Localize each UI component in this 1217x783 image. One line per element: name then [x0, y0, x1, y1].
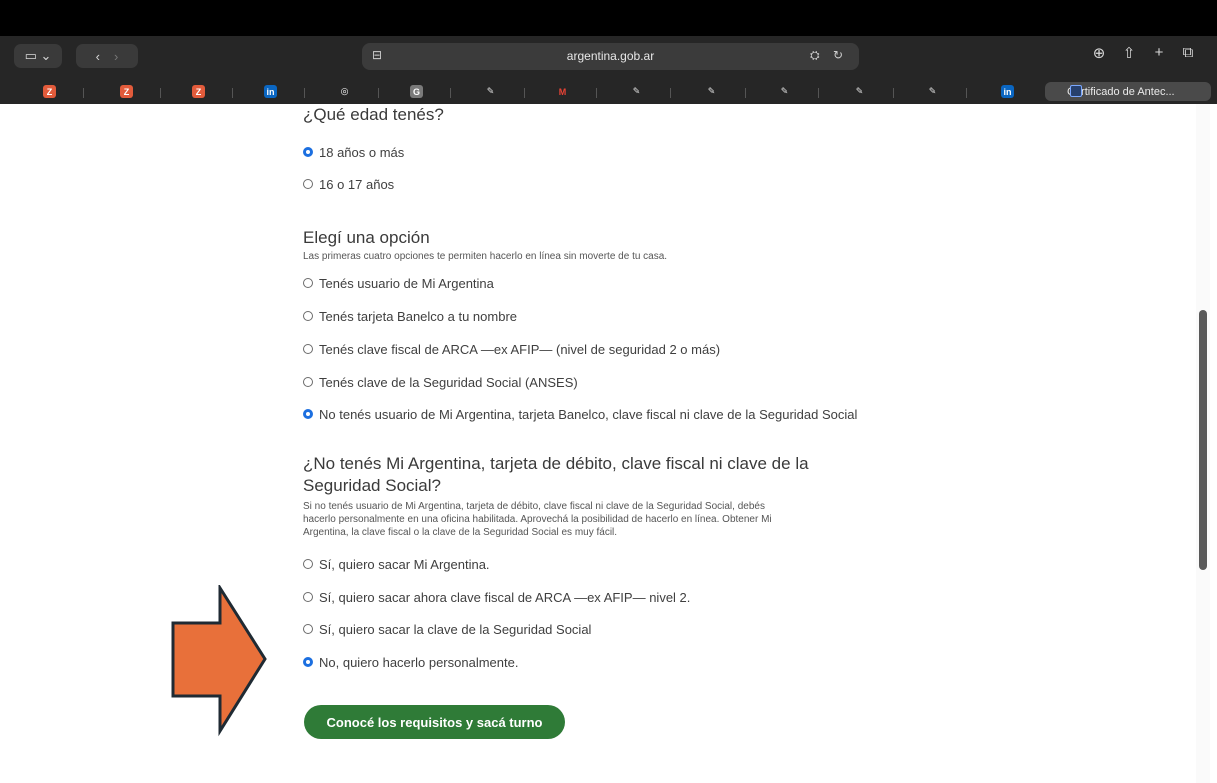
bookmark-separator	[304, 88, 305, 98]
radio-clave-fiscal[interactable]: Tenés clave fiscal de ARCA —ex AFIP— (ni…	[303, 340, 720, 358]
bookmark-separator	[83, 88, 84, 98]
tab-overview-icon[interactable]: ⧉	[1178, 44, 1198, 61]
reload-icon[interactable]: ↻	[833, 48, 843, 62]
radio-get-clave-seguridad-social[interactable]: Sí, quiero sacar la clave de la Segurida…	[303, 620, 591, 638]
age-question-title: ¿Qué edad tenés?	[303, 105, 444, 124]
bookmark-separator	[670, 88, 671, 98]
share-icon[interactable]: ⇧	[1119, 44, 1139, 62]
nav-buttons: ‹ ›	[76, 44, 138, 68]
bookmark-separator	[160, 88, 161, 98]
option-section-subtitle: Las primeras cuatro opciones te permiten…	[303, 251, 668, 262]
linkedin-icon[interactable]: in	[1001, 85, 1014, 98]
gmail-icon[interactable]: M	[556, 85, 569, 98]
radio-selected-icon	[303, 147, 313, 157]
option-label: Tenés clave de la Seguridad Social (ANSE…	[319, 374, 578, 390]
bookmark-separator	[966, 88, 967, 98]
requirements-appointment-button[interactable]: Conocé los requisitos y sacá turno	[304, 705, 565, 739]
bookmarks-bar	[0, 84, 1217, 104]
back-icon[interactable]: ‹	[96, 49, 100, 64]
feather-icon[interactable]: ✎	[778, 85, 791, 98]
active-tab-title: Certificado de Antec...	[1067, 85, 1175, 98]
option-label: Tenés tarjeta Banelco a tu nombre	[319, 308, 518, 324]
linkedin-icon[interactable]: in	[264, 85, 277, 98]
orange-arrow-annotation	[171, 585, 267, 737]
url-text: argentina.gob.ar	[566, 49, 655, 63]
new-tab-icon[interactable]: +	[1149, 44, 1169, 61]
feather-icon[interactable]: ✎	[484, 85, 497, 98]
forward-icon[interactable]: ›	[114, 49, 118, 64]
radio-mi-argentina[interactable]: Tenés usuario de Mi Argentina	[303, 274, 494, 292]
radio-no-credentials[interactable]: No tenés usuario de Mi Argentina, tarjet…	[303, 405, 857, 423]
radio-age-18-plus[interactable]: 18 años o más	[303, 143, 404, 161]
translate-icon[interactable]: ⛭	[810, 48, 820, 63]
radio-age-16-17[interactable]: 16 o 17 años	[303, 175, 394, 193]
no-credentials-subtitle-line2: hacerlo personalmente en una oficina hab…	[303, 514, 772, 525]
radio-empty-icon	[303, 592, 313, 602]
option-label: Tenés clave fiscal de ARCA —ex AFIP— (ni…	[319, 341, 721, 357]
screen-top-bar	[0, 0, 1217, 36]
scrollbar-thumb[interactable]	[1199, 310, 1207, 570]
bookmark-separator	[596, 88, 597, 98]
downloads-icon[interactable]: ⊕	[1089, 44, 1109, 62]
openai-icon[interactable]: ◎	[338, 85, 351, 98]
sidebar-toggle-button[interactable]: ▭ ⌄	[14, 44, 62, 68]
option-label: Tenés usuario de Mi Argentina	[319, 275, 494, 291]
no-credentials-title-line1: ¿No tenés Mi Argentina, tarjeta de débit…	[303, 454, 809, 473]
radio-selected-icon	[303, 409, 313, 419]
radio-empty-icon	[303, 179, 313, 189]
zendesk-icon[interactable]: Z	[192, 85, 205, 98]
option-label: 16 o 17 años	[319, 176, 395, 192]
app-icon[interactable]: G	[410, 85, 423, 98]
radio-empty-icon	[303, 278, 313, 288]
option-label: Sí, quiero sacar ahora clave fiscal de A…	[319, 589, 691, 605]
option-label: No, quiero hacerlo personalmente.	[319, 654, 519, 670]
bookmark-separator	[745, 88, 746, 98]
bookmark-separator	[378, 88, 379, 98]
bookmark-separator	[524, 88, 525, 98]
radio-get-mi-argentina[interactable]: Sí, quiero sacar Mi Argentina.	[303, 555, 490, 573]
radio-empty-icon	[303, 624, 313, 634]
feather-icon[interactable]: ✎	[853, 85, 866, 98]
no-credentials-subtitle-line1: Si no tenés usuario de Mi Argentina, tar…	[303, 501, 765, 512]
radio-empty-icon	[303, 559, 313, 569]
radio-banelco[interactable]: Tenés tarjeta Banelco a tu nombre	[303, 307, 517, 325]
address-bar[interactable]: ⊟ argentina.gob.ar ⛭ ↻	[362, 43, 859, 70]
radio-empty-icon	[303, 311, 313, 321]
feather-icon[interactable]: ✎	[630, 85, 643, 98]
option-label: Sí, quiero sacar la clave de la Segurida…	[319, 621, 592, 637]
radio-get-clave-fiscal[interactable]: Sí, quiero sacar ahora clave fiscal de A…	[303, 588, 690, 606]
radio-empty-icon	[303, 344, 313, 354]
no-credentials-subtitle-line3: Argentina, la clave fiscal o la clave de…	[303, 527, 618, 538]
option-label: Sí, quiero sacar Mi Argentina.	[319, 556, 490, 572]
radio-selected-icon	[303, 657, 313, 667]
radio-anses[interactable]: Tenés clave de la Seguridad Social (ANSE…	[303, 373, 578, 391]
bookmark-separator	[450, 88, 451, 98]
tab-favicon-icon	[1070, 85, 1082, 97]
option-section-title: Elegí una opción	[303, 228, 430, 247]
option-label: 18 años o más	[319, 144, 405, 160]
no-credentials-title-line2: Seguridad Social?	[303, 476, 441, 495]
zendesk-icon[interactable]: Z	[43, 85, 56, 98]
radio-empty-icon	[303, 377, 313, 387]
feather-icon[interactable]: ✎	[705, 85, 718, 98]
option-label: No tenés usuario de Mi Argentina, tarjet…	[319, 406, 858, 422]
radio-in-person[interactable]: No, quiero hacerlo personalmente.	[303, 653, 518, 671]
bookmark-separator	[232, 88, 233, 98]
bookmark-separator	[818, 88, 819, 98]
feather-icon[interactable]: ✎	[926, 85, 939, 98]
sidebar-icon: ▭ ⌄	[24, 48, 52, 63]
bookmark-separator	[893, 88, 894, 98]
zendesk-icon[interactable]: Z	[120, 85, 133, 98]
